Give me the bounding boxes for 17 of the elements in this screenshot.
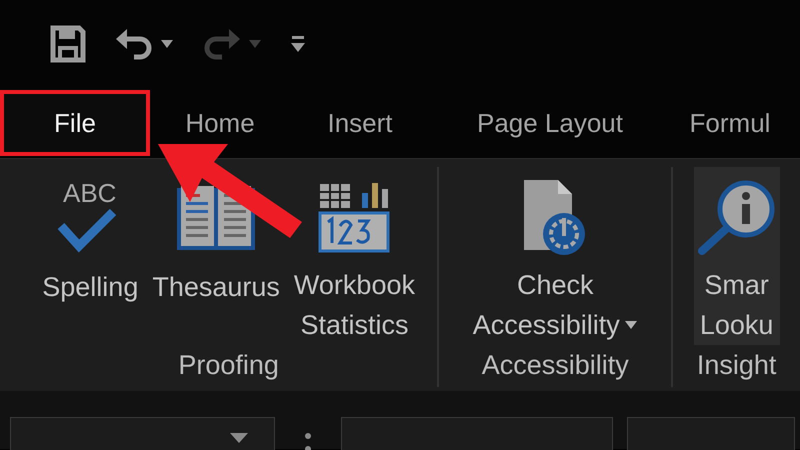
group-label: Insight <box>696 349 776 382</box>
caret-icon[interactable] <box>160 39 174 49</box>
icon-text: ABC <box>63 178 117 208</box>
ribbon-button[interactable]: Workbook Statistics <box>292 167 417 345</box>
ribbon-tab[interactable]: Insert <box>290 90 430 156</box>
ribbon-tab[interactable]: File <box>0 90 150 156</box>
dots-icon <box>305 431 311 449</box>
group-label: Proofing <box>178 349 279 382</box>
ribbon-button[interactable]: ABC Spelling <box>40 167 140 345</box>
ribbon-button[interactable]: Check Accessibility <box>470 167 640 345</box>
ribbon-tab[interactable]: Formul <box>670 90 790 156</box>
ribbon-tab[interactable]: Page Layout <box>430 90 670 156</box>
ribbon-tab[interactable]: Home <box>150 90 290 156</box>
ribbon-button[interactable]: Smar Looku <box>694 167 780 345</box>
formula-field[interactable] <box>627 417 795 450</box>
group-label: Accessibility <box>482 349 629 382</box>
save-icon[interactable] <box>50 25 86 63</box>
